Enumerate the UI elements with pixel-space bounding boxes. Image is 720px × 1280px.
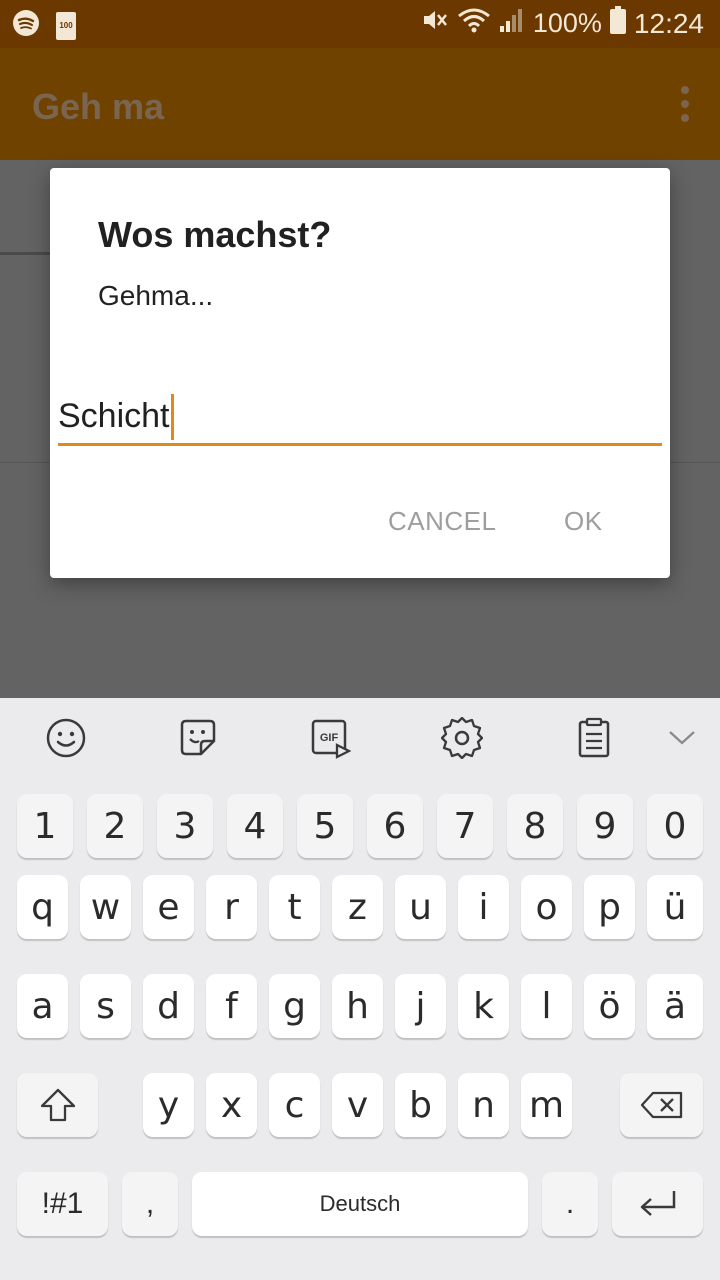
key-3[interactable]: 3: [157, 794, 213, 858]
key-l[interactable]: l: [521, 974, 572, 1038]
emoji-icon[interactable]: [44, 716, 88, 760]
key-2[interactable]: 2: [87, 794, 143, 858]
dialog-input-value: Schicht: [58, 397, 170, 435]
keyboard-toolbar: GIF: [0, 698, 720, 780]
settings-icon[interactable]: [440, 716, 484, 760]
key-ue[interactable]: ü: [647, 875, 703, 939]
dialog-title: Wos machst?: [98, 214, 332, 255]
period-key[interactable]: .: [542, 1172, 598, 1236]
key-7[interactable]: 7: [437, 794, 493, 858]
key-r[interactable]: r: [206, 875, 257, 939]
key-a[interactable]: a: [17, 974, 68, 1038]
key-n[interactable]: n: [458, 1073, 509, 1137]
sticker-icon[interactable]: [176, 716, 220, 760]
status-bar: 100 100% 12:24: [0, 0, 720, 48]
key-b[interactable]: b: [395, 1073, 446, 1137]
key-d[interactable]: d: [143, 974, 194, 1038]
key-q[interactable]: q: [17, 875, 68, 939]
text-cursor: [170, 393, 174, 440]
enter-icon: [640, 1191, 675, 1216]
key-c[interactable]: c: [269, 1073, 320, 1137]
backspace-icon: [640, 1091, 682, 1119]
key-0[interactable]: 0: [647, 794, 703, 858]
app-title: Geh ma: [32, 86, 165, 127]
enter-key[interactable]: [612, 1172, 703, 1236]
key-1[interactable]: 1: [17, 794, 73, 858]
key-x[interactable]: x: [206, 1073, 257, 1137]
more-vert-icon[interactable]: [680, 86, 690, 122]
key-i[interactable]: i: [458, 875, 509, 939]
key-z[interactable]: z: [332, 875, 383, 939]
key-w[interactable]: w: [80, 875, 131, 939]
backspace-key[interactable]: [620, 1073, 703, 1137]
gif-label: GIF: [320, 732, 339, 744]
space-key[interactable]: Deutsch: [192, 1172, 528, 1236]
dialog-text-field[interactable]: Schicht: [58, 390, 662, 446]
cancel-button[interactable]: CANCEL: [388, 506, 496, 537]
mute-icon: [421, 6, 449, 41]
key-6[interactable]: 6: [367, 794, 423, 858]
key-g[interactable]: g: [269, 974, 320, 1038]
wifi-icon: [457, 6, 491, 41]
key-t[interactable]: t: [269, 875, 320, 939]
key-k[interactable]: k: [458, 974, 509, 1038]
key-5[interactable]: 5: [297, 794, 353, 858]
input-dialog: Wos machst? Gehma... Schicht CANCEL OK: [50, 168, 670, 578]
shift-icon: [40, 1088, 75, 1122]
signal-icon: [499, 6, 525, 41]
key-ae[interactable]: ä: [647, 974, 703, 1038]
key-oe[interactable]: ö: [584, 974, 635, 1038]
battery-percent: 100%: [532, 8, 602, 38]
clipboard-icon[interactable]: [572, 716, 616, 760]
key-p[interactable]: p: [584, 875, 635, 939]
battery-saver-label: 100: [59, 20, 73, 30]
key-o[interactable]: o: [521, 875, 572, 939]
key-v[interactable]: v: [332, 1073, 383, 1137]
soft-keyboard: GIF 1 2 3 4 5 6 7 8 9 0 q w e r t z u i …: [0, 698, 720, 1280]
key-4[interactable]: 4: [227, 794, 283, 858]
shift-key[interactable]: [17, 1073, 98, 1137]
spotify-icon: [12, 9, 40, 42]
clock: 12:24: [633, 7, 704, 39]
dialog-message: Gehma...: [98, 280, 214, 311]
collapse-icon[interactable]: [660, 716, 704, 760]
key-h[interactable]: h: [332, 974, 383, 1038]
symbols-key[interactable]: !#1: [17, 1172, 108, 1236]
ok-button[interactable]: OK: [564, 506, 603, 537]
comma-key[interactable]: ,: [122, 1172, 178, 1236]
key-y[interactable]: y: [143, 1073, 194, 1137]
key-s[interactable]: s: [80, 974, 131, 1038]
battery-saver-icon: 100: [56, 11, 76, 40]
app-bar: Geh ma: [0, 48, 720, 160]
key-f[interactable]: f: [206, 974, 257, 1038]
key-j[interactable]: j: [395, 974, 446, 1038]
key-9[interactable]: 9: [577, 794, 633, 858]
key-e[interactable]: e: [143, 875, 194, 939]
gif-icon[interactable]: GIF: [308, 716, 352, 760]
key-m[interactable]: m: [521, 1073, 572, 1137]
key-8[interactable]: 8: [507, 794, 563, 858]
battery-icon: [609, 6, 626, 41]
key-u[interactable]: u: [395, 875, 446, 939]
